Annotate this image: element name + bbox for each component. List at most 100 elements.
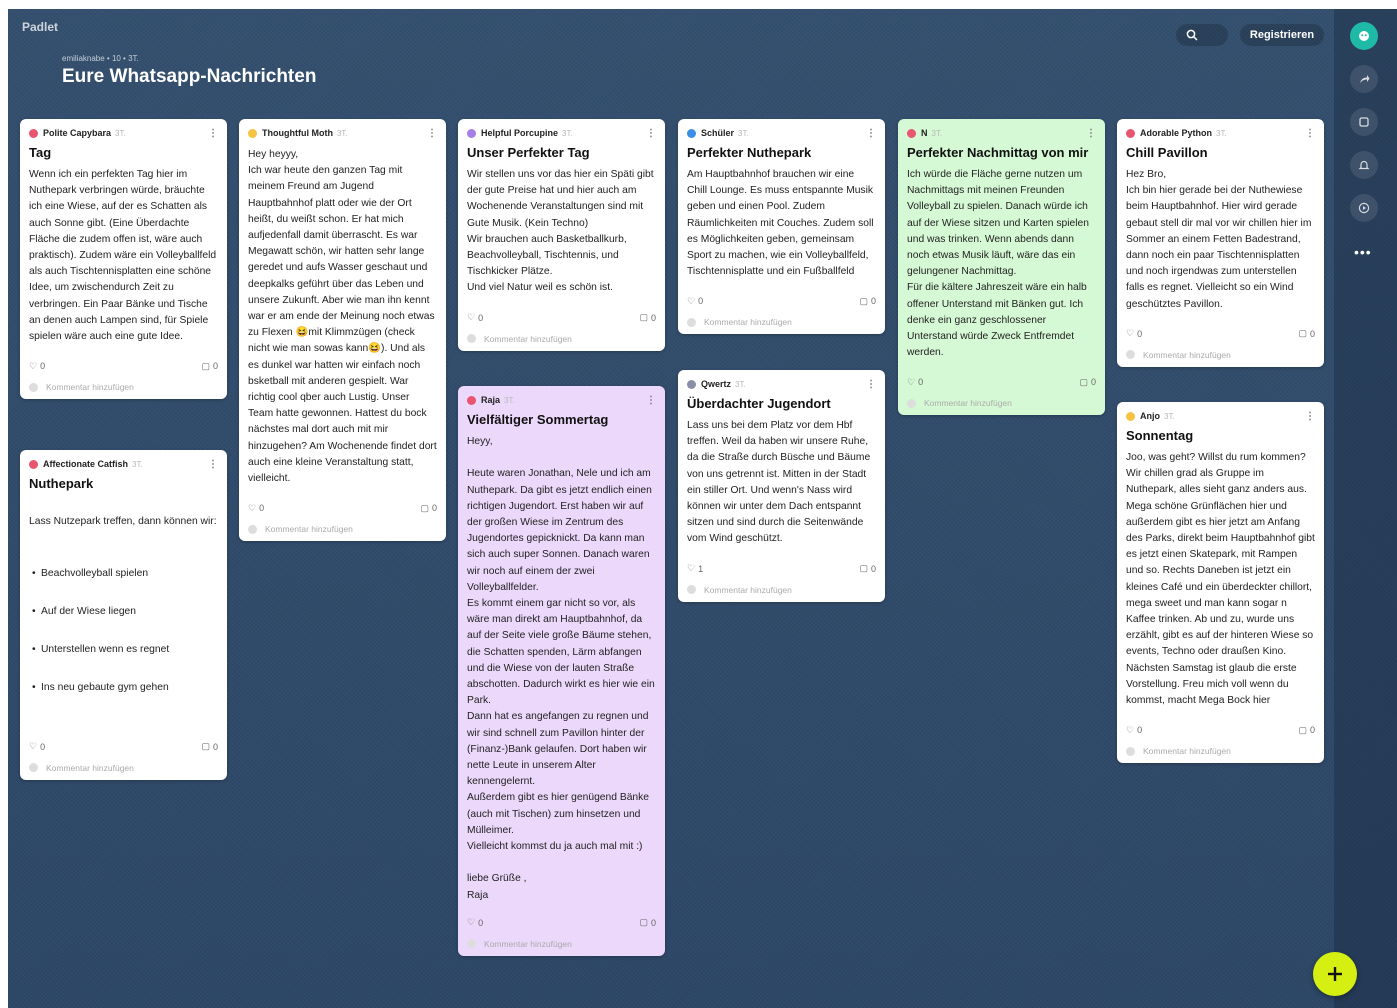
post-card[interactable]: Raja 3T. ⋮ Vielfältiger Sommertag Heyy, He… bbox=[458, 386, 665, 956]
post-menu-icon[interactable]: ⋮ bbox=[427, 128, 437, 139]
post-card[interactable]: Qwertz 3T. ⋮ Überdachter Jugendort Lass un… bbox=[678, 370, 885, 602]
comment-placeholder: Kommentar hinzufügen bbox=[1143, 746, 1231, 757]
add-comment-field[interactable]: Kommentar hinzufügen bbox=[687, 316, 876, 328]
like-count: 0 bbox=[478, 312, 484, 323]
post-menu-icon[interactable]: ⋮ bbox=[646, 395, 656, 406]
add-comment-field[interactable]: Kommentar hinzufügen bbox=[467, 333, 656, 345]
post-card[interactable]: Affectionate Catfish 3T. ⋮ Nuthepark Lass … bbox=[20, 450, 227, 780]
heart-icon[interactable]: ♡ bbox=[907, 377, 915, 388]
comment-icon[interactable]: ▢ bbox=[639, 312, 648, 323]
comment-avatar-icon bbox=[687, 317, 696, 327]
heart-icon[interactable]: ♡ bbox=[29, 741, 37, 752]
heart-icon[interactable]: ♡ bbox=[29, 361, 37, 372]
author-avatar bbox=[467, 395, 476, 405]
post-author: Schüler bbox=[701, 128, 735, 138]
search-button[interactable] bbox=[1176, 24, 1228, 46]
post-menu-icon[interactable]: ⋮ bbox=[1305, 411, 1315, 422]
comment-avatar-icon bbox=[29, 763, 38, 773]
author-avatar bbox=[29, 128, 38, 138]
like-count: 0 bbox=[698, 296, 704, 307]
more-options-icon[interactable]: ••• bbox=[1354, 244, 1372, 260]
author-avatar bbox=[29, 459, 38, 469]
post-title: Perfekter Nuthepark bbox=[687, 145, 812, 160]
post-title: Unser Perfekter Tag bbox=[467, 145, 590, 160]
post-menu-icon[interactable]: ⋮ bbox=[208, 459, 218, 470]
search-icon bbox=[1186, 29, 1198, 41]
heart-icon[interactable]: ♡ bbox=[1126, 725, 1134, 736]
post-body: Am Hauptbahnhof brauchen wir eine Chill … bbox=[687, 169, 874, 278]
heart-icon[interactable]: ♡ bbox=[687, 563, 695, 574]
post-card[interactable]: Adorable Python 3T. ⋮ Chill Pavillon Hez B… bbox=[1117, 119, 1324, 367]
post-menu-icon[interactable]: ⋮ bbox=[646, 128, 656, 139]
comment-icon[interactable]: ▢ bbox=[420, 503, 429, 514]
heart-icon[interactable]: ♡ bbox=[687, 296, 695, 307]
post-time: 3T. bbox=[562, 128, 573, 138]
post-body: Joo, was geht? Willst du rum kommen? Wir… bbox=[1126, 452, 1315, 707]
add-comment-field[interactable]: Kommentar hinzufügen bbox=[687, 584, 876, 596]
like-count: 0 bbox=[40, 361, 46, 372]
comment-count: 0 bbox=[650, 312, 656, 323]
post-card[interactable]: Polite Capybara 3T. ⋮ Tag Wenn ich ein per… bbox=[20, 119, 227, 400]
comment-icon[interactable]: ▢ bbox=[859, 296, 868, 307]
add-comment-field[interactable]: Kommentar hinzufügen bbox=[467, 938, 656, 950]
add-comment-field[interactable]: Kommentar hinzufügen bbox=[29, 381, 218, 393]
post-body: Wenn ich ein perfekten Tag hier im Nuthe… bbox=[29, 169, 217, 343]
post-time: 3T. bbox=[931, 128, 943, 138]
post-author: N bbox=[921, 128, 928, 138]
slideshow-button[interactable] bbox=[1350, 194, 1378, 222]
comment-placeholder: Kommentar hinzufügen bbox=[1143, 349, 1231, 360]
comment-count: 0 bbox=[650, 917, 656, 928]
comment-icon[interactable]: ▢ bbox=[201, 361, 210, 372]
comment-placeholder: Kommentar hinzufügen bbox=[46, 382, 134, 393]
add-comment-field[interactable]: Kommentar hinzufügen bbox=[1126, 349, 1315, 361]
post-time: 3T. bbox=[115, 128, 126, 138]
post-body-intro: Lass Nutzepark treffen, dann können wir: bbox=[29, 516, 217, 528]
share-button[interactable] bbox=[1350, 65, 1378, 93]
register-button[interactable]: Registrieren bbox=[1240, 24, 1324, 46]
heart-icon[interactable]: ♡ bbox=[248, 503, 256, 514]
padlet-logo[interactable]: Padlet bbox=[22, 20, 58, 34]
heart-icon[interactable]: ♡ bbox=[467, 917, 475, 928]
comment-placeholder: Kommentar hinzufügen bbox=[704, 317, 792, 328]
comment-icon[interactable]: ▢ bbox=[859, 563, 868, 574]
post-card[interactable]: Thoughtful Moth 3T. ⋮ Hey heyyy, Ich war h… bbox=[239, 119, 446, 542]
comment-count: 0 bbox=[212, 361, 218, 372]
heart-icon[interactable]: ♡ bbox=[467, 312, 475, 323]
heart-icon[interactable]: ♡ bbox=[1126, 328, 1134, 339]
post-title: Chill Pavillon bbox=[1126, 145, 1208, 160]
add-comment-field[interactable]: Kommentar hinzufügen bbox=[29, 762, 218, 774]
add-comment-field[interactable]: Kommentar hinzufügen bbox=[1126, 745, 1315, 757]
comment-icon[interactable]: ▢ bbox=[1298, 725, 1307, 736]
remake-button[interactable] bbox=[1350, 108, 1378, 136]
post-card[interactable]: Schüler 3T. ⋮ Perfekter Nuthepark Am Haupt… bbox=[678, 119, 885, 335]
like-count: 0 bbox=[1137, 328, 1143, 339]
comment-icon[interactable]: ▢ bbox=[1298, 328, 1307, 339]
comment-icon[interactable]: ▢ bbox=[1079, 377, 1088, 388]
post-card[interactable]: N 3T. ⋮ Perfekter Nachmittag von mir Ich w… bbox=[898, 119, 1105, 416]
author-avatar bbox=[687, 128, 696, 138]
comment-placeholder: Kommentar hinzufügen bbox=[484, 333, 572, 344]
post-card[interactable]: Helpful Porcupine 3T. ⋮ Unser Perfekter Ta… bbox=[458, 119, 665, 351]
post-card[interactable]: Anjo 3T. ⋮ Sonnentag Joo, was geht? Willst… bbox=[1117, 402, 1324, 764]
add-comment-field[interactable]: Kommentar hinzufügen bbox=[248, 523, 437, 535]
post-menu-icon[interactable]: ⋮ bbox=[208, 128, 218, 139]
post-title: Tag bbox=[29, 145, 52, 160]
comment-count: 0 bbox=[870, 563, 876, 574]
post-body: Ich würde die Fläche gerne nutzen um Nac… bbox=[907, 169, 1090, 359]
play-icon bbox=[1358, 202, 1370, 214]
post-author: Raja bbox=[481, 395, 501, 405]
comment-icon[interactable]: ▢ bbox=[639, 917, 648, 928]
comment-icon[interactable]: ▢ bbox=[201, 741, 210, 752]
user-avatar-button[interactable] bbox=[1350, 22, 1378, 50]
add-comment-field[interactable]: Kommentar hinzufügen bbox=[907, 397, 1096, 409]
post-menu-icon[interactable]: ⋮ bbox=[866, 128, 876, 139]
add-post-button[interactable] bbox=[1313, 952, 1357, 996]
post-time: 3T. bbox=[735, 379, 746, 389]
post-author: Thoughtful Moth bbox=[262, 128, 333, 138]
notifications-button[interactable] bbox=[1350, 151, 1378, 179]
post-title: Sonnentag bbox=[1126, 428, 1194, 443]
post-menu-icon[interactable]: ⋮ bbox=[1305, 128, 1315, 139]
post-menu-icon[interactable]: ⋮ bbox=[1086, 128, 1096, 139]
comment-count: 0 bbox=[212, 741, 218, 752]
post-menu-icon[interactable]: ⋮ bbox=[866, 379, 876, 390]
